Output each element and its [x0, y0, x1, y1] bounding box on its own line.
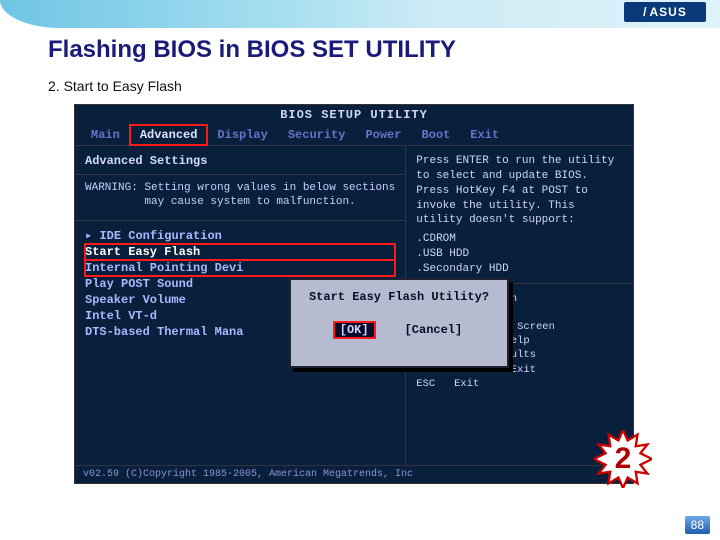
bios-window-title: BIOS SETUP UTILITY: [75, 105, 633, 125]
dialog-cancel-button[interactable]: [Cancel]: [403, 322, 465, 338]
bios-footer-copyright: v02.59 (C)Copyright 1985-2005, American …: [83, 469, 413, 480]
section-title: Advanced Settings: [85, 154, 395, 168]
tab-exit[interactable]: Exit: [460, 125, 509, 145]
slide-header-wave: [0, 0, 720, 28]
menu-item-start-easy-flash[interactable]: Start Easy Flash: [85, 244, 395, 260]
tab-main[interactable]: Main: [81, 125, 130, 145]
starburst-number: 2: [594, 430, 652, 488]
menu-item-ide-configuration[interactable]: IDE Configuration: [85, 227, 395, 244]
support-list: .CDROM .USB HDD .Secondary HDD: [416, 232, 623, 277]
bios-menubar: Main Advanced Display Security Power Boo…: [75, 125, 633, 146]
warning-text: WARNING: Setting wrong values in below s…: [85, 181, 395, 210]
bios-footer: v02.59 (C)Copyright 1985-2005, American …: [75, 465, 633, 483]
page-number-badge: 88: [685, 516, 710, 534]
tab-boot[interactable]: Boot: [411, 125, 460, 145]
slide-title: Flashing BIOS in BIOS SET UTILITY: [48, 36, 456, 64]
starburst-step-badge: 2: [594, 430, 652, 488]
dialog-question: Start Easy Flash Utility?: [301, 290, 497, 304]
tab-advanced[interactable]: Advanced: [130, 125, 208, 145]
support-secondaryhdd: .Secondary HDD: [416, 262, 623, 277]
support-usbhdd: .USB HDD: [416, 247, 623, 262]
support-cdrom: .CDROM: [416, 232, 623, 247]
brand-logo: ASUS: [624, 2, 706, 22]
menu-item-internal-pointing[interactable]: Internal Pointing Devi: [85, 260, 395, 276]
bios-screenshot: BIOS SETUP UTILITY Main Advanced Display…: [74, 104, 634, 484]
dialog-ok-button[interactable]: [OK]: [334, 322, 375, 338]
tab-display[interactable]: Display: [207, 125, 277, 145]
tab-power[interactable]: Power: [355, 125, 411, 145]
help-text: Press ENTER to run the utility to select…: [416, 154, 623, 228]
dialog-easy-flash: Start Easy Flash Utility? [OK] [Cancel]: [289, 278, 509, 368]
tab-security[interactable]: Security: [278, 125, 356, 145]
slide-step: 2. Start to Easy Flash: [48, 78, 182, 94]
